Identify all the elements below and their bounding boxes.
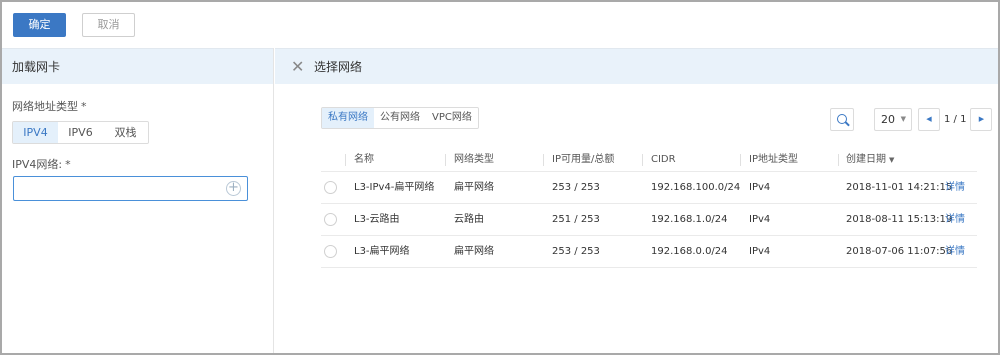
tab-public-network[interactable]: 公有网络 [374,108,426,128]
cell-created-date: 2018-11-01 14:21:15 [846,182,953,193]
cell-network-type: 云路由 [454,214,484,225]
ipv4-network-label: IPV4网络: * [12,158,71,171]
search-button[interactable] [830,108,854,131]
cell-cidr: 192.168.100.0/24 [651,182,741,193]
addr-type-ipv6[interactable]: IPV6 [58,122,103,143]
cell-ip-type: IPv4 [749,214,771,225]
prev-page-button[interactable]: ◀ [918,108,940,131]
panel-title: 加载网卡 [2,48,273,84]
addr-type-ipv4[interactable]: IPV4 [13,122,58,143]
network-table: 名称 网络类型 IP可用量/总额 CIDR IP地址类型 创建日期 ▼ L3-IP… [321,148,977,268]
cell-name: L3-扁平网络 [354,246,410,257]
top-toolbar: 确定 取消 [2,2,998,48]
row-radio[interactable] [324,213,337,226]
sort-desc-icon[interactable]: ▼ [889,156,894,164]
detail-link[interactable]: 详情 [945,172,965,204]
cell-created-date: 2018-07-06 11:07:56 [846,246,953,257]
addr-type-selector: IPV4 IPV6 双栈 [12,121,149,144]
cancel-button[interactable]: 取消 [82,13,135,37]
table-row[interactable]: L3-IPv4-扁平网络 扁平网络 253 / 253 192.168.100.… [321,172,977,204]
row-radio[interactable] [324,181,337,194]
cell-ip-capacity: 253 / 253 [552,246,600,257]
col-network-type[interactable]: 网络类型 [454,148,494,172]
col-created-date[interactable]: 创建日期 ▼ [846,148,894,172]
ipv4-network-input[interactable]: + [13,176,248,201]
col-name[interactable]: 名称 [354,148,374,172]
close-icon[interactable]: ✕ [291,49,304,85]
cell-cidr: 192.168.0.0/24 [651,246,728,257]
row-radio[interactable] [324,245,337,258]
cell-name: L3-IPv4-扁平网络 [354,182,435,193]
cell-network-type: 扁平网络 [454,182,494,193]
col-ip-type[interactable]: IP地址类型 [749,148,798,172]
confirm-button[interactable]: 确定 [13,13,66,37]
load-nic-panel: 加载网卡 网络地址类型 * IPV4 IPV6 双栈 IPV4网络: * + [2,48,274,353]
addr-type-dual[interactable]: 双栈 [103,122,148,143]
required-mark: * [81,100,87,113]
addr-type-label: 网络地址类型 * [12,100,87,113]
required-mark: * [65,158,71,171]
add-circle-icon[interactable]: + [226,181,241,196]
chevron-down-icon: ▼ [900,115,906,123]
pagination: ◀ 1 / 1 ▶ [918,108,993,131]
cell-ip-capacity: 253 / 253 [552,182,600,193]
cell-ip-type: IPv4 [749,182,771,193]
tab-private-network[interactable]: 私有网络 [322,108,374,128]
cell-network-type: 扁平网络 [454,246,494,257]
next-page-button[interactable]: ▶ [970,108,993,131]
cell-ip-type: IPv4 [749,246,771,257]
select-network-panel: ✕ 选择网络 私有网络 公有网络 VPC网络 20 ▼ ◀ 1 / 1 ▶ 名称 [275,48,998,353]
cell-ip-capacity: 251 / 253 [552,214,600,225]
page-size-select[interactable]: 20 ▼ [874,108,912,131]
select-network-title: 选择网络 [314,60,363,74]
cell-cidr: 192.168.1.0/24 [651,214,728,225]
cell-name: L3-云路由 [354,214,400,225]
cell-created-date: 2018-08-11 15:13:19 [846,214,953,225]
detail-link[interactable]: 详情 [945,204,965,236]
col-cidr[interactable]: CIDR [651,148,676,172]
col-ip-capacity[interactable]: IP可用量/总额 [552,148,614,172]
table-header: 名称 网络类型 IP可用量/总额 CIDR IP地址类型 创建日期 ▼ [321,148,977,172]
table-row[interactable]: L3-扁平网络 扁平网络 253 / 253 192.168.0.0/24 IP… [321,236,977,268]
window-frame: 确定 取消 加载网卡 网络地址类型 * IPV4 IPV6 双栈 IPV4网络: *… [0,0,1000,355]
table-row[interactable]: L3-云路由 云路由 251 / 253 192.168.1.0/24 IPv4… [321,204,977,236]
network-tabs: 私有网络 公有网络 VPC网络 [321,107,479,129]
detail-link[interactable]: 详情 [945,236,965,268]
page-info: 1 / 1 [944,114,967,125]
tab-vpc-network[interactable]: VPC网络 [426,108,478,128]
select-network-header: ✕ 选择网络 [275,48,998,84]
